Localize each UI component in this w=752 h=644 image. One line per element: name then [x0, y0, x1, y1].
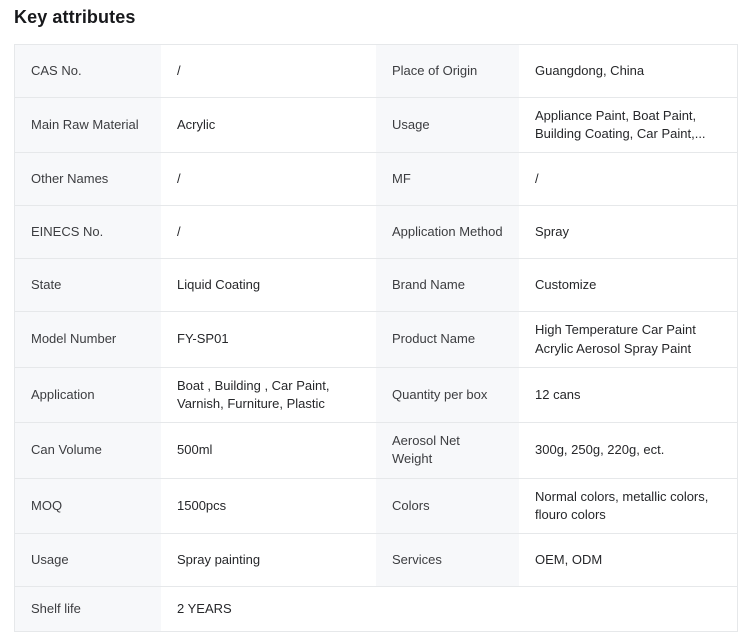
attribute-label: Can Volume: [15, 423, 161, 477]
attribute-label: Application: [15, 368, 161, 422]
attribute-label: Services: [376, 534, 519, 586]
attribute-label: MOQ: [15, 479, 161, 533]
attribute-label: Usage: [15, 534, 161, 586]
attribute-label: CAS No.: [15, 45, 161, 97]
attribute-value: FY-SP01: [161, 312, 376, 366]
attribute-value: 1500pcs: [161, 479, 376, 533]
attribute-value: OEM, ODM: [519, 534, 737, 586]
attribute-value: High Temperature Car Paint Acrylic Aeros…: [519, 312, 737, 366]
attribute-label: Colors: [376, 479, 519, 533]
attribute-label: Other Names: [15, 153, 161, 205]
attribute-value: Normal colors, metallic colors, flouro c…: [519, 479, 737, 533]
attribute-label: Brand Name: [376, 259, 519, 311]
table-row: Shelf life2 YEARS: [15, 586, 737, 631]
table-row: UsageSpray paintingServicesOEM, ODM: [15, 533, 737, 586]
attribute-value: /: [161, 153, 376, 205]
attribute-label: Quantity per box: [376, 368, 519, 422]
attribute-label: Usage: [376, 98, 519, 152]
attribute-value: Acrylic: [161, 98, 376, 152]
section-title: Key attributes: [14, 7, 738, 28]
attribute-label: MF: [376, 153, 519, 205]
attribute-value: Customize: [519, 259, 737, 311]
attribute-label: Main Raw Material: [15, 98, 161, 152]
attribute-value: 2 YEARS: [161, 587, 737, 631]
attribute-value: /: [519, 153, 737, 205]
attribute-value: 300g, 250g, 220g, ect.: [519, 423, 737, 477]
table-row: ApplicationBoat , Building , Car Paint, …: [15, 367, 737, 422]
table-row: EINECS No./Application MethodSpray: [15, 205, 737, 258]
table-row: Other Names/MF/: [15, 152, 737, 205]
attribute-label: Aerosol Net Weight: [376, 423, 519, 477]
table-row: Can Volume500mlAerosol Net Weight300g, 2…: [15, 422, 737, 477]
attribute-label: EINECS No.: [15, 206, 161, 258]
attribute-label: Shelf life: [15, 587, 161, 631]
attribute-value: 500ml: [161, 423, 376, 477]
attribute-value: Spray painting: [161, 534, 376, 586]
attribute-value: Boat , Building , Car Paint, Varnish, Fu…: [161, 368, 376, 422]
attribute-label: State: [15, 259, 161, 311]
attribute-label: Place of Origin: [376, 45, 519, 97]
attribute-label: Product Name: [376, 312, 519, 366]
key-attributes-table: CAS No./Place of OriginGuangdong, ChinaM…: [14, 44, 738, 632]
attribute-value: 12 cans: [519, 368, 737, 422]
attribute-label: Model Number: [15, 312, 161, 366]
attribute-value: /: [161, 206, 376, 258]
attribute-value: Liquid Coating: [161, 259, 376, 311]
attribute-value: /: [161, 45, 376, 97]
table-row: CAS No./Place of OriginGuangdong, China: [15, 45, 737, 97]
attribute-label: Application Method: [376, 206, 519, 258]
attribute-value: Appliance Paint, Boat Paint, Building Co…: [519, 98, 737, 152]
table-row: StateLiquid CoatingBrand NameCustomize: [15, 258, 737, 311]
table-row: Main Raw MaterialAcrylicUsageAppliance P…: [15, 97, 737, 152]
table-row: Model NumberFY-SP01Product NameHigh Temp…: [15, 311, 737, 366]
attribute-value: Guangdong, China: [519, 45, 737, 97]
key-attributes-section: Key attributes CAS No./Place of OriginGu…: [0, 0, 752, 644]
table-row: MOQ1500pcsColorsNormal colors, metallic …: [15, 478, 737, 533]
attribute-value: Spray: [519, 206, 737, 258]
